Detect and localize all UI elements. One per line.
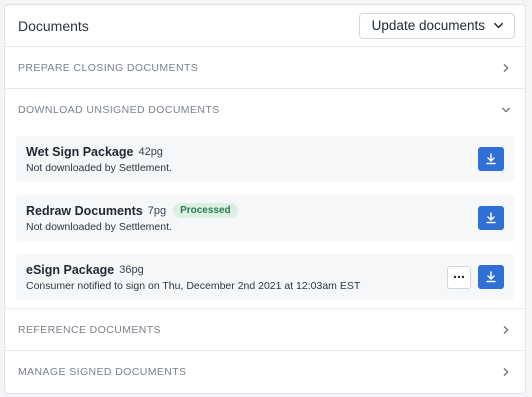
section-label: REFERENCE DOCUMENTS [18, 323, 161, 336]
chevron-right-icon [499, 61, 513, 75]
section-manage-signed-documents[interactable]: MANAGE SIGNED DOCUMENTS [5, 351, 525, 392]
document-status: Consumer notified to sign on Thu, Decemb… [26, 279, 361, 292]
document-card-wet-sign-package: Wet Sign Package 42pg Not downloaded by … [16, 136, 514, 182]
document-name: eSign Package [26, 262, 115, 277]
update-documents-button[interactable]: Update documents [358, 12, 515, 39]
section-label: PREPARE CLOSING DOCUMENTS [18, 61, 199, 74]
document-page-count: 42pg [138, 145, 163, 158]
unsigned-documents-list: Wet Sign Package 42pg Not downloaded by … [5, 130, 525, 309]
more-horizontal-icon [453, 275, 465, 279]
download-icon [485, 153, 497, 165]
panel-header: Documents Update documents [5, 5, 525, 47]
documents-panel: Documents Update documents PREPARE CLOSI… [4, 4, 526, 394]
status-badge: Processed [173, 203, 238, 218]
more-options-button[interactable] [447, 265, 471, 289]
document-page-count: 7pg [147, 204, 167, 217]
section-prepare-closing-documents[interactable]: PREPARE CLOSING DOCUMENTS [5, 47, 525, 89]
download-icon [485, 212, 497, 224]
document-page-count: 36pg [119, 263, 144, 276]
download-icon [485, 271, 497, 283]
update-documents-label: Update documents [371, 18, 485, 33]
document-name: Wet Sign Package [26, 144, 134, 159]
section-label: DOWNLOAD UNSIGNED DOCUMENTS [18, 103, 220, 116]
document-card-redraw-documents: Redraw Documents 7pg Processed Not downl… [16, 195, 514, 241]
section-label: MANAGE SIGNED DOCUMENTS [18, 365, 187, 378]
chevron-right-icon [499, 365, 513, 379]
document-card-esign-package: eSign Package 36pg Consumer notified to … [16, 254, 514, 300]
chevron-down-icon [499, 103, 513, 117]
download-button[interactable] [478, 265, 504, 289]
section-download-unsigned-documents[interactable]: DOWNLOAD UNSIGNED DOCUMENTS [5, 89, 525, 130]
section-reference-documents[interactable]: REFERENCE DOCUMENTS [5, 309, 525, 351]
download-button[interactable] [478, 206, 504, 230]
panel-title: Documents [18, 17, 89, 34]
chevron-down-icon [493, 20, 504, 31]
document-name: Redraw Documents [26, 203, 143, 218]
download-button[interactable] [478, 147, 504, 171]
chevron-right-icon [499, 323, 513, 337]
document-status: Not downloaded by Settlement. [26, 221, 172, 233]
document-status: Not downloaded by Settlement. [26, 161, 172, 174]
